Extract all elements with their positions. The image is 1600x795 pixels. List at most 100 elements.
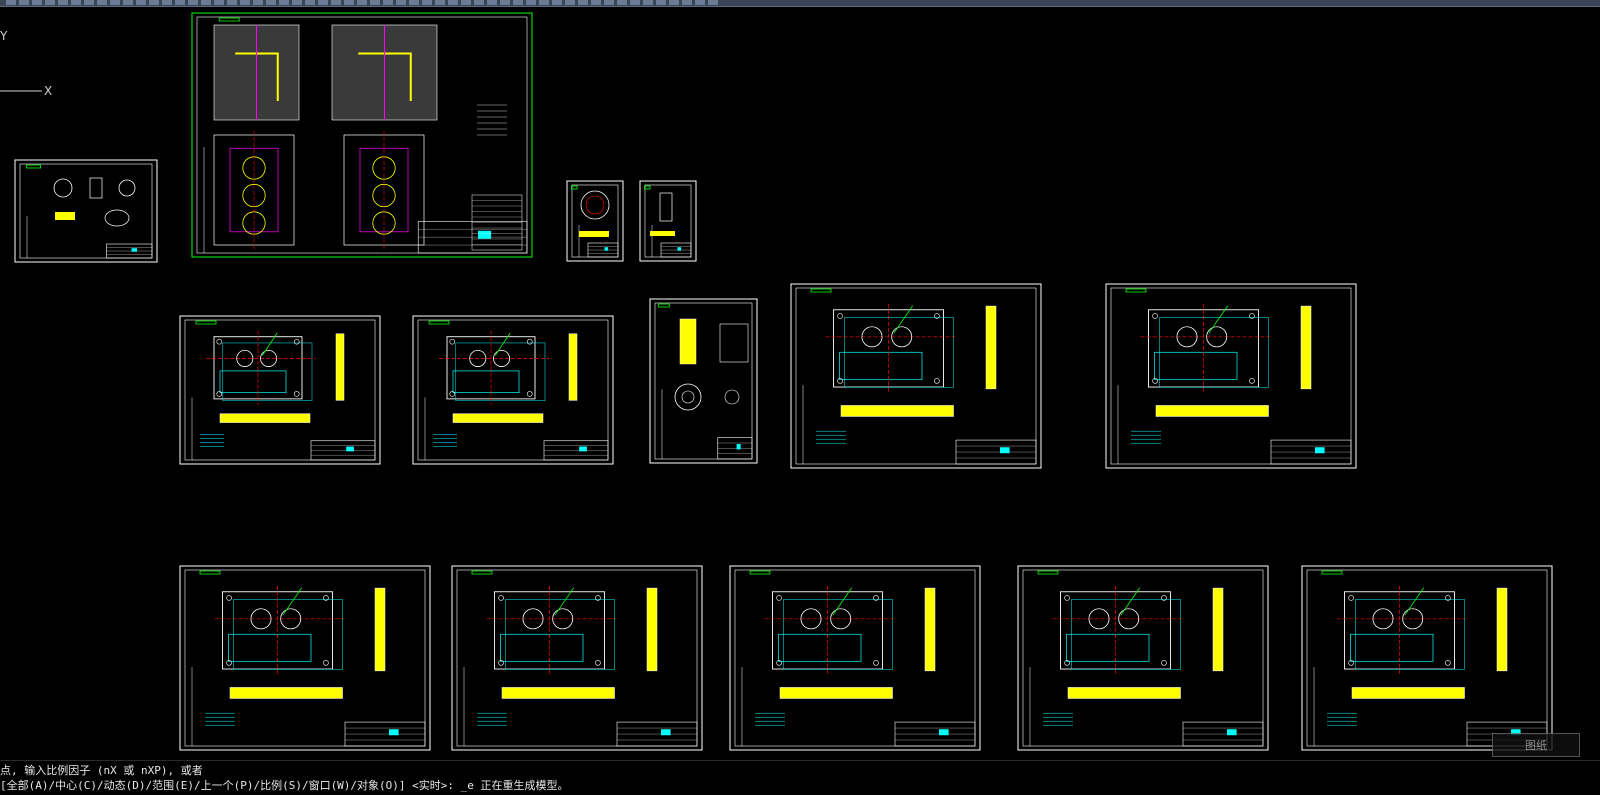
toolbar-button[interactable] — [643, 0, 653, 5]
toolbar-button[interactable] — [409, 0, 419, 5]
toolbar-button[interactable] — [110, 0, 120, 5]
toolbar-button[interactable] — [513, 0, 523, 5]
toolbar-button[interactable] — [526, 0, 536, 5]
toolbar-button[interactable] — [162, 0, 172, 5]
cross-section-view — [1155, 405, 1269, 417]
toolbar-button[interactable] — [240, 0, 250, 5]
toolbar-button[interactable] — [136, 0, 146, 5]
sheet-inner-frame — [734, 569, 976, 747]
sheet-inner-frame — [1022, 569, 1264, 747]
drawing-sheet — [191, 12, 533, 258]
toolbar-button[interactable] — [578, 0, 588, 5]
command-prompt-line[interactable]: [全部(A)/中心(C)/动态(D)/范围(E)/上一个(P)/比例(S)/窗口… — [0, 778, 1600, 793]
toolbar-button[interactable] — [708, 0, 718, 5]
side-section-view — [1496, 587, 1508, 672]
drawing-sheet — [649, 298, 758, 464]
drawing-canvas[interactable]: Y X — [0, 7, 1600, 760]
toolbar-button[interactable] — [435, 0, 445, 5]
toolbar-button[interactable] — [97, 0, 107, 5]
cross-section-view — [501, 687, 615, 699]
toolbar-button[interactable] — [201, 0, 211, 5]
drawing-sheet — [729, 565, 981, 751]
toolbar-button[interactable] — [461, 0, 471, 5]
drawing-sheet — [1301, 565, 1553, 751]
toolbar-button[interactable] — [305, 0, 315, 5]
toolbar — [0, 0, 1600, 7]
toolbar-button[interactable] — [45, 0, 55, 5]
toolbar-button[interactable] — [656, 0, 666, 5]
side-section-view — [924, 587, 936, 672]
toolbar-button[interactable] — [32, 0, 42, 5]
toolbar-button[interactable] — [474, 0, 484, 5]
watermark-text: 图纸 — [1525, 739, 1547, 752]
toolbar-button[interactable] — [370, 0, 380, 5]
sheet-inner-frame — [1306, 569, 1548, 747]
toolbar-button[interactable] — [344, 0, 354, 5]
cross-section-view — [452, 413, 544, 423]
side-section-view — [646, 587, 658, 672]
toolbar-button[interactable] — [448, 0, 458, 5]
toolbar-button[interactable] — [357, 0, 367, 5]
side-section-view — [985, 305, 997, 390]
side-section-view — [568, 333, 578, 401]
toolbar-button[interactable] — [149, 0, 159, 5]
sheet-border — [451, 565, 703, 751]
ucs-y-label: Y — [0, 29, 8, 43]
toolbar-button[interactable] — [487, 0, 497, 5]
toolbar-button[interactable] — [682, 0, 692, 5]
sheet-inner-frame — [417, 319, 609, 461]
sheet-border — [179, 315, 381, 465]
side-section-view — [374, 587, 386, 672]
sheet-border — [566, 180, 624, 262]
toolbar-button[interactable] — [214, 0, 224, 5]
toolbar-button[interactable] — [6, 0, 16, 5]
sheet-border — [649, 298, 758, 464]
command-line[interactable]: 点, 输入比例因子 (nX 或 nXP), 或者 [全部(A)/中心(C)/动态… — [0, 760, 1600, 795]
toolbar-button[interactable] — [695, 0, 705, 5]
toolbar-button[interactable] — [552, 0, 562, 5]
toolbar-button[interactable] — [669, 0, 679, 5]
toolbar-button[interactable] — [318, 0, 328, 5]
toolbar-button[interactable] — [188, 0, 198, 5]
toolbar-button[interactable] — [227, 0, 237, 5]
toolbar-button[interactable] — [565, 0, 575, 5]
drawing-sheet — [179, 315, 381, 465]
toolbar-button[interactable] — [123, 0, 133, 5]
toolbar-button[interactable] — [500, 0, 510, 5]
watermark-logo: 图纸 — [1492, 733, 1580, 757]
drawing-sheet — [14, 159, 158, 263]
cross-section-view — [1351, 687, 1465, 699]
toolbar-button[interactable] — [84, 0, 94, 5]
toolbar-button[interactable] — [71, 0, 81, 5]
toolbar-button[interactable] — [630, 0, 640, 5]
drawing-sheet — [451, 565, 703, 751]
side-section-view — [1212, 587, 1224, 672]
toolbar-button[interactable] — [396, 0, 406, 5]
toolbar-button[interactable] — [617, 0, 627, 5]
toolbar-button[interactable] — [422, 0, 432, 5]
side-section-view — [335, 333, 345, 401]
sheet-border — [1301, 565, 1553, 751]
toolbar-button[interactable] — [383, 0, 393, 5]
toolbar-button[interactable] — [266, 0, 276, 5]
drawing-sheet — [1017, 565, 1269, 751]
toolbar-button[interactable] — [58, 0, 68, 5]
cross-section-view — [1067, 687, 1181, 699]
toolbar-button[interactable] — [292, 0, 302, 5]
toolbar-button[interactable] — [591, 0, 601, 5]
toolbar-button[interactable] — [279, 0, 289, 5]
toolbar-button[interactable] — [604, 0, 614, 5]
cad-model-space[interactable]: Y X — [0, 7, 1600, 760]
toolbar-button[interactable] — [175, 0, 185, 5]
toolbar-button[interactable] — [253, 0, 263, 5]
ucs-x-label: X — [44, 84, 52, 98]
toolbar-button[interactable] — [539, 0, 549, 5]
toolbar-button[interactable] — [331, 0, 341, 5]
drawing-sheet — [1105, 283, 1357, 469]
sheet-border — [1105, 283, 1357, 469]
sheet-inner-frame — [1110, 287, 1352, 465]
sheet-inner-frame — [654, 302, 753, 460]
drawing-sheet — [179, 565, 431, 751]
sheet-inner-frame — [184, 319, 376, 461]
toolbar-button[interactable] — [19, 0, 29, 5]
